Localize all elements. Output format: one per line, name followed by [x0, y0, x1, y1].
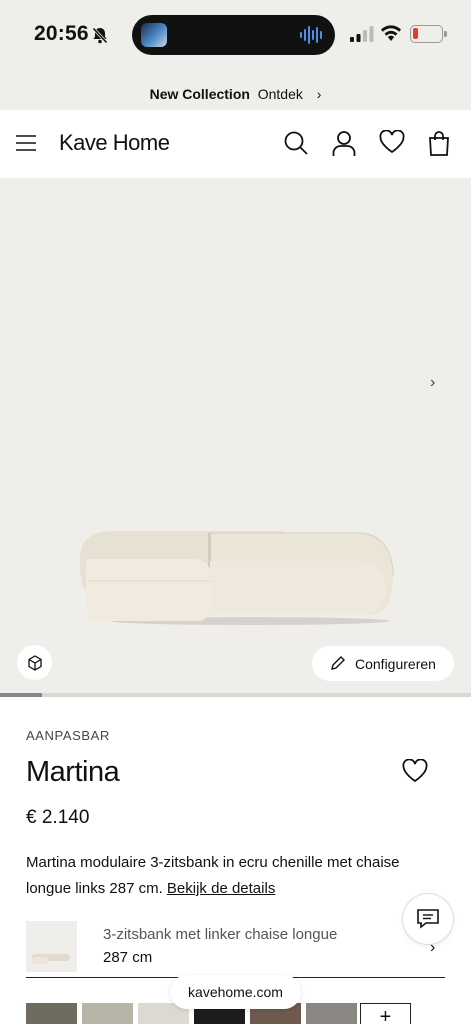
audio-wave-icon [300, 26, 322, 44]
cart-bag-icon[interactable] [428, 130, 450, 156]
wishlist-heart-icon[interactable] [379, 130, 405, 154]
browser-url-pill[interactable]: kavehome.com [170, 975, 301, 1009]
account-icon[interactable] [332, 130, 356, 157]
variant-thumbnail [26, 921, 77, 972]
promo-title: New Collection [149, 86, 250, 102]
add-to-wishlist-heart-icon[interactable] [402, 759, 428, 783]
battery-icon [410, 25, 447, 43]
rotate-3d-icon [27, 654, 42, 671]
color-swatch[interactable] [26, 1003, 77, 1024]
gallery-progress-bar [0, 693, 471, 697]
product-price: € 2.140 [26, 807, 90, 828]
promo-link[interactable]: Ontdek [258, 86, 303, 102]
brand-logo[interactable]: Kave Home [59, 130, 170, 156]
color-swatch[interactable] [306, 1003, 357, 1024]
promo-bar[interactable]: New Collection Ontdek › [0, 80, 471, 110]
chevron-right-icon: › [430, 939, 436, 956]
details-link[interactable]: Bekijk de details [167, 880, 275, 897]
sofa-product-image [80, 531, 394, 625]
cellular-signal-icon [350, 26, 374, 42]
variant-name: 3-zitsbank met linker chaise longue [103, 926, 338, 943]
dynamic-island [132, 15, 335, 55]
silent-bell-icon [92, 27, 108, 44]
status-bar: 20:56 [0, 0, 471, 80]
chevron-right-icon: › [316, 86, 322, 102]
configure-label: Configureren [355, 655, 436, 672]
view-360-button[interactable] [17, 645, 52, 680]
variant-selector[interactable]: 3-zitsbank met linker chaise longue 287 … [26, 921, 445, 978]
product-tag: AANPASBAR [26, 728, 110, 743]
menu-icon[interactable] [16, 135, 36, 151]
pencil-icon [331, 656, 345, 670]
configure-button[interactable]: Configureren [312, 646, 454, 681]
status-time: 20:56 [34, 22, 89, 45]
color-swatch[interactable] [82, 1003, 133, 1024]
more-colors-button[interactable]: + [360, 1003, 411, 1028]
wifi-icon [381, 25, 401, 41]
product-description: Martina modulaire 3-zitsbank in ecru che… [26, 850, 446, 902]
gallery-next-icon[interactable]: › [430, 374, 435, 392]
header: Kave Home [0, 110, 471, 178]
now-playing-artwork [141, 23, 167, 47]
product-title: Martina [26, 756, 120, 788]
variant-size: 287 cm [103, 949, 153, 966]
search-icon[interactable] [283, 130, 309, 156]
product-gallery[interactable]: › Configureren [0, 178, 471, 693]
